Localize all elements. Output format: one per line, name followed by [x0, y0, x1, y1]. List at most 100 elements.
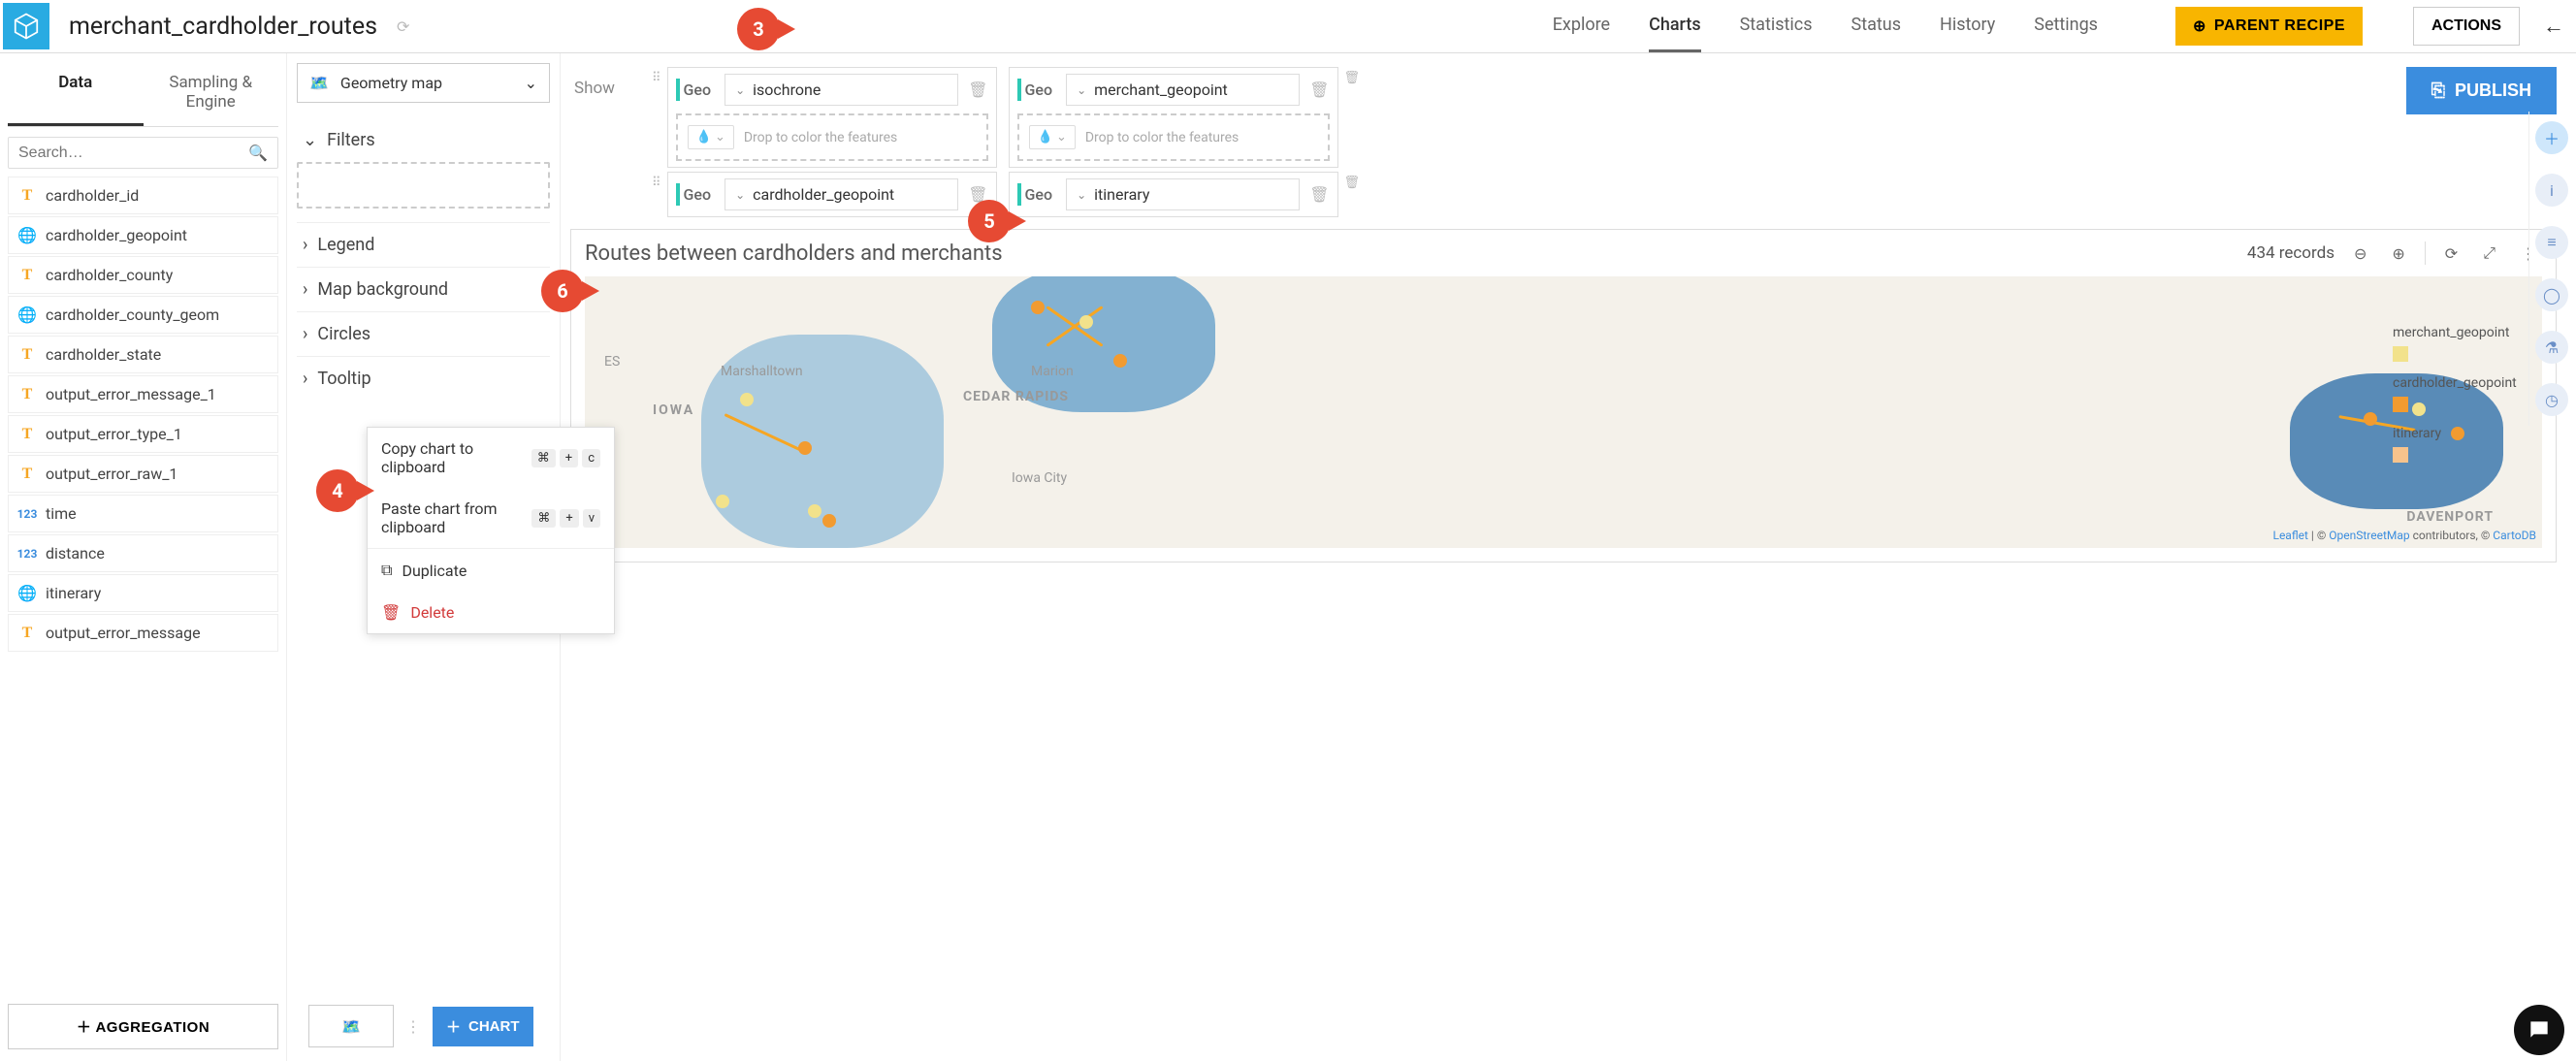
ctx-duplicate[interactable]: ⧉ Duplicate	[368, 549, 614, 592]
column-item[interactable]: 123distance	[8, 534, 278, 572]
geo-layer-card: Geo ⌄ itinerary 🗑	[1009, 172, 1338, 217]
column-item[interactable]: Toutput_error_type_1	[8, 415, 278, 453]
type-icon: T	[18, 426, 36, 443]
refresh-icon[interactable]: ⟳	[2439, 241, 2463, 267]
column-item[interactable]: Tcardholder_county	[8, 256, 278, 294]
column-search[interactable]: 🔍	[8, 137, 278, 169]
tab-statistics[interactable]: Statistics	[1740, 0, 1813, 52]
chevron-down-icon: ⌄	[1077, 188, 1086, 202]
search-icon: 🔍	[248, 144, 268, 162]
section-tooltip[interactable]: ›Tooltip	[297, 356, 550, 401]
chart-canvas: ⎘ PUBLISH Show ⠿ Geo ⌄ isochrone 🗑 💧 ⌄ D…	[561, 53, 2576, 1061]
ctx-delete[interactable]: 🗑 Delete	[368, 592, 614, 633]
add-chart-button[interactable]: ＋ CHART	[433, 1007, 533, 1046]
section-map-background[interactable]: ›Map background	[297, 267, 550, 311]
column-item[interactable]: 🌐cardholder_geopoint	[8, 216, 278, 254]
ctx-copy[interactable]: Copy chart to clipboard ⌘+c	[368, 428, 614, 488]
trash-icon[interactable]: 🗑	[1309, 80, 1329, 99]
zoom-out-icon[interactable]: ⊖	[2348, 241, 2372, 267]
osm-link[interactable]: OpenStreetMap	[2329, 529, 2409, 542]
chevron-right-icon: ›	[303, 324, 307, 344]
zoom-in-icon[interactable]: ⊕	[2386, 241, 2410, 267]
column-item[interactable]: 123 time	[8, 495, 278, 532]
column-name: output_error_message	[46, 624, 201, 642]
map-attribution: Leaflet | © OpenStreetMap contributors, …	[2272, 529, 2536, 542]
drag-handle-icon[interactable]: ⠿	[652, 71, 661, 85]
filters-dropzone[interactable]	[297, 162, 550, 209]
map-label: Iowa City	[1012, 470, 1067, 486]
tab-charts[interactable]: Charts	[1649, 0, 1701, 52]
geo-label: Geo	[1017, 183, 1057, 206]
column-item[interactable]: Toutput_error_message	[8, 614, 278, 652]
type-icon: 🌐	[18, 584, 36, 602]
chevron-down-icon: ⌄	[525, 74, 537, 92]
step-badge-5: 5	[968, 200, 1011, 242]
rail-lab-icon[interactable]: ⚗	[2535, 331, 2568, 364]
chevron-right-icon: ›	[303, 279, 307, 300]
column-item[interactable]: Tcardholder_id	[8, 177, 278, 214]
section-circles[interactable]: ›Circles	[297, 311, 550, 356]
column-name: time	[46, 504, 77, 523]
section-legend[interactable]: ›Legend	[297, 222, 550, 267]
color-dropzone[interactable]: 💧 ⌄ Drop to color the features	[1017, 113, 1330, 161]
actions-button[interactable]: ACTIONS	[2413, 7, 2520, 46]
tab-explore[interactable]: Explore	[1553, 0, 1610, 52]
tab-status[interactable]: Status	[1852, 0, 1901, 52]
tab-history[interactable]: History	[1940, 0, 1995, 52]
column-item[interactable]: 🌐itinerary	[8, 574, 278, 612]
rail-add-icon[interactable]: ＋	[2535, 121, 2568, 154]
map-body[interactable]: ES IOWA Marshalltown Marion CEDAR RAPIDS…	[585, 276, 2542, 548]
geo-label: Geo	[676, 79, 716, 101]
column-name: output_error_message_1	[46, 385, 216, 403]
carto-link[interactable]: CartoDB	[2493, 529, 2536, 542]
column-item[interactable]: Toutput_error_message_1	[8, 375, 278, 413]
section-filters[interactable]: ⌄Filters	[297, 118, 550, 162]
chevron-right-icon: ›	[303, 235, 307, 255]
ctx-paste[interactable]: Paste chart from clipboard ⌘+v	[368, 488, 614, 548]
delete-row-icon[interactable]: 🗑	[1344, 71, 1361, 85]
left-tab-data[interactable]: Data	[8, 61, 144, 126]
page-title: merchant_cardholder_routes	[69, 13, 377, 41]
map-card: Routes between cardholders and merchants…	[570, 229, 2557, 563]
rail-info-icon[interactable]: i	[2535, 174, 2568, 207]
drag-handle-icon[interactable]: ⠿	[652, 176, 661, 190]
leaflet-link[interactable]: Leaflet	[2272, 529, 2307, 542]
column-item[interactable]: Tcardholder_state	[8, 336, 278, 373]
delete-row-icon[interactable]: 🗑	[1344, 176, 1361, 190]
type-icon: T	[18, 386, 36, 403]
parent-recipe-button[interactable]: ⊕ PARENT RECIPE	[2175, 7, 2363, 46]
trash-icon[interactable]: 🗑	[968, 80, 987, 99]
left-tab-sampling[interactable]: Sampling & Engine	[144, 61, 279, 126]
type-icon: 123	[18, 507, 36, 521]
geo-field-select[interactable]: ⌄ cardholder_geopoint	[724, 178, 958, 210]
chart-type-select[interactable]: 🗺️ Geometry map ⌄	[297, 63, 550, 103]
chat-icon[interactable]	[2514, 1005, 2564, 1055]
geo-field-select[interactable]: ⌄ merchant_geopoint	[1066, 74, 1300, 106]
column-name: cardholder_state	[46, 345, 161, 364]
geo-field-value: itinerary	[1094, 185, 1149, 204]
publish-button[interactable]: ⎘ PUBLISH	[2406, 67, 2557, 114]
trash-icon[interactable]: 🗑	[1309, 185, 1329, 204]
color-dropzone[interactable]: 💧 ⌄ Drop to color the features	[676, 113, 988, 161]
geo-field-select[interactable]: ⌄ itinerary	[1066, 178, 1300, 210]
geo-layer-card: Geo ⌄ merchant_geopoint 🗑 💧 ⌄ Drop to co…	[1009, 67, 1338, 168]
type-icon: T	[18, 625, 36, 642]
droplet-icon: 💧 ⌄	[1029, 125, 1076, 149]
tab-settings[interactable]: Settings	[2034, 0, 2098, 52]
column-item[interactable]: 🌐cardholder_county_geom	[8, 296, 278, 334]
map-label: ES	[604, 354, 620, 370]
rail-clock-icon[interactable]: ◷	[2535, 383, 2568, 416]
chart-thumb-1[interactable]: 🗺️	[308, 1005, 394, 1047]
type-icon: T	[18, 346, 36, 364]
expand-icon[interactable]: ⤢	[2477, 240, 2501, 267]
rail-search-icon[interactable]: ◯	[2535, 278, 2568, 311]
aggregation-button[interactable]: ＋ AGGREGATION	[8, 1004, 278, 1049]
thumb-more-icon[interactable]: ⋮	[405, 1017, 421, 1036]
geo-field-select[interactable]: ⌄ isochrone	[724, 74, 958, 106]
back-arrow-icon[interactable]: ←	[2543, 14, 2564, 39]
column-item[interactable]: Toutput_error_raw_1	[8, 455, 278, 493]
rail-list-icon[interactable]: ≡	[2535, 226, 2568, 259]
search-input[interactable]	[18, 145, 248, 162]
refresh-icon[interactable]: ⟳	[397, 17, 409, 36]
map-label-iowa: IOWA	[653, 402, 694, 418]
